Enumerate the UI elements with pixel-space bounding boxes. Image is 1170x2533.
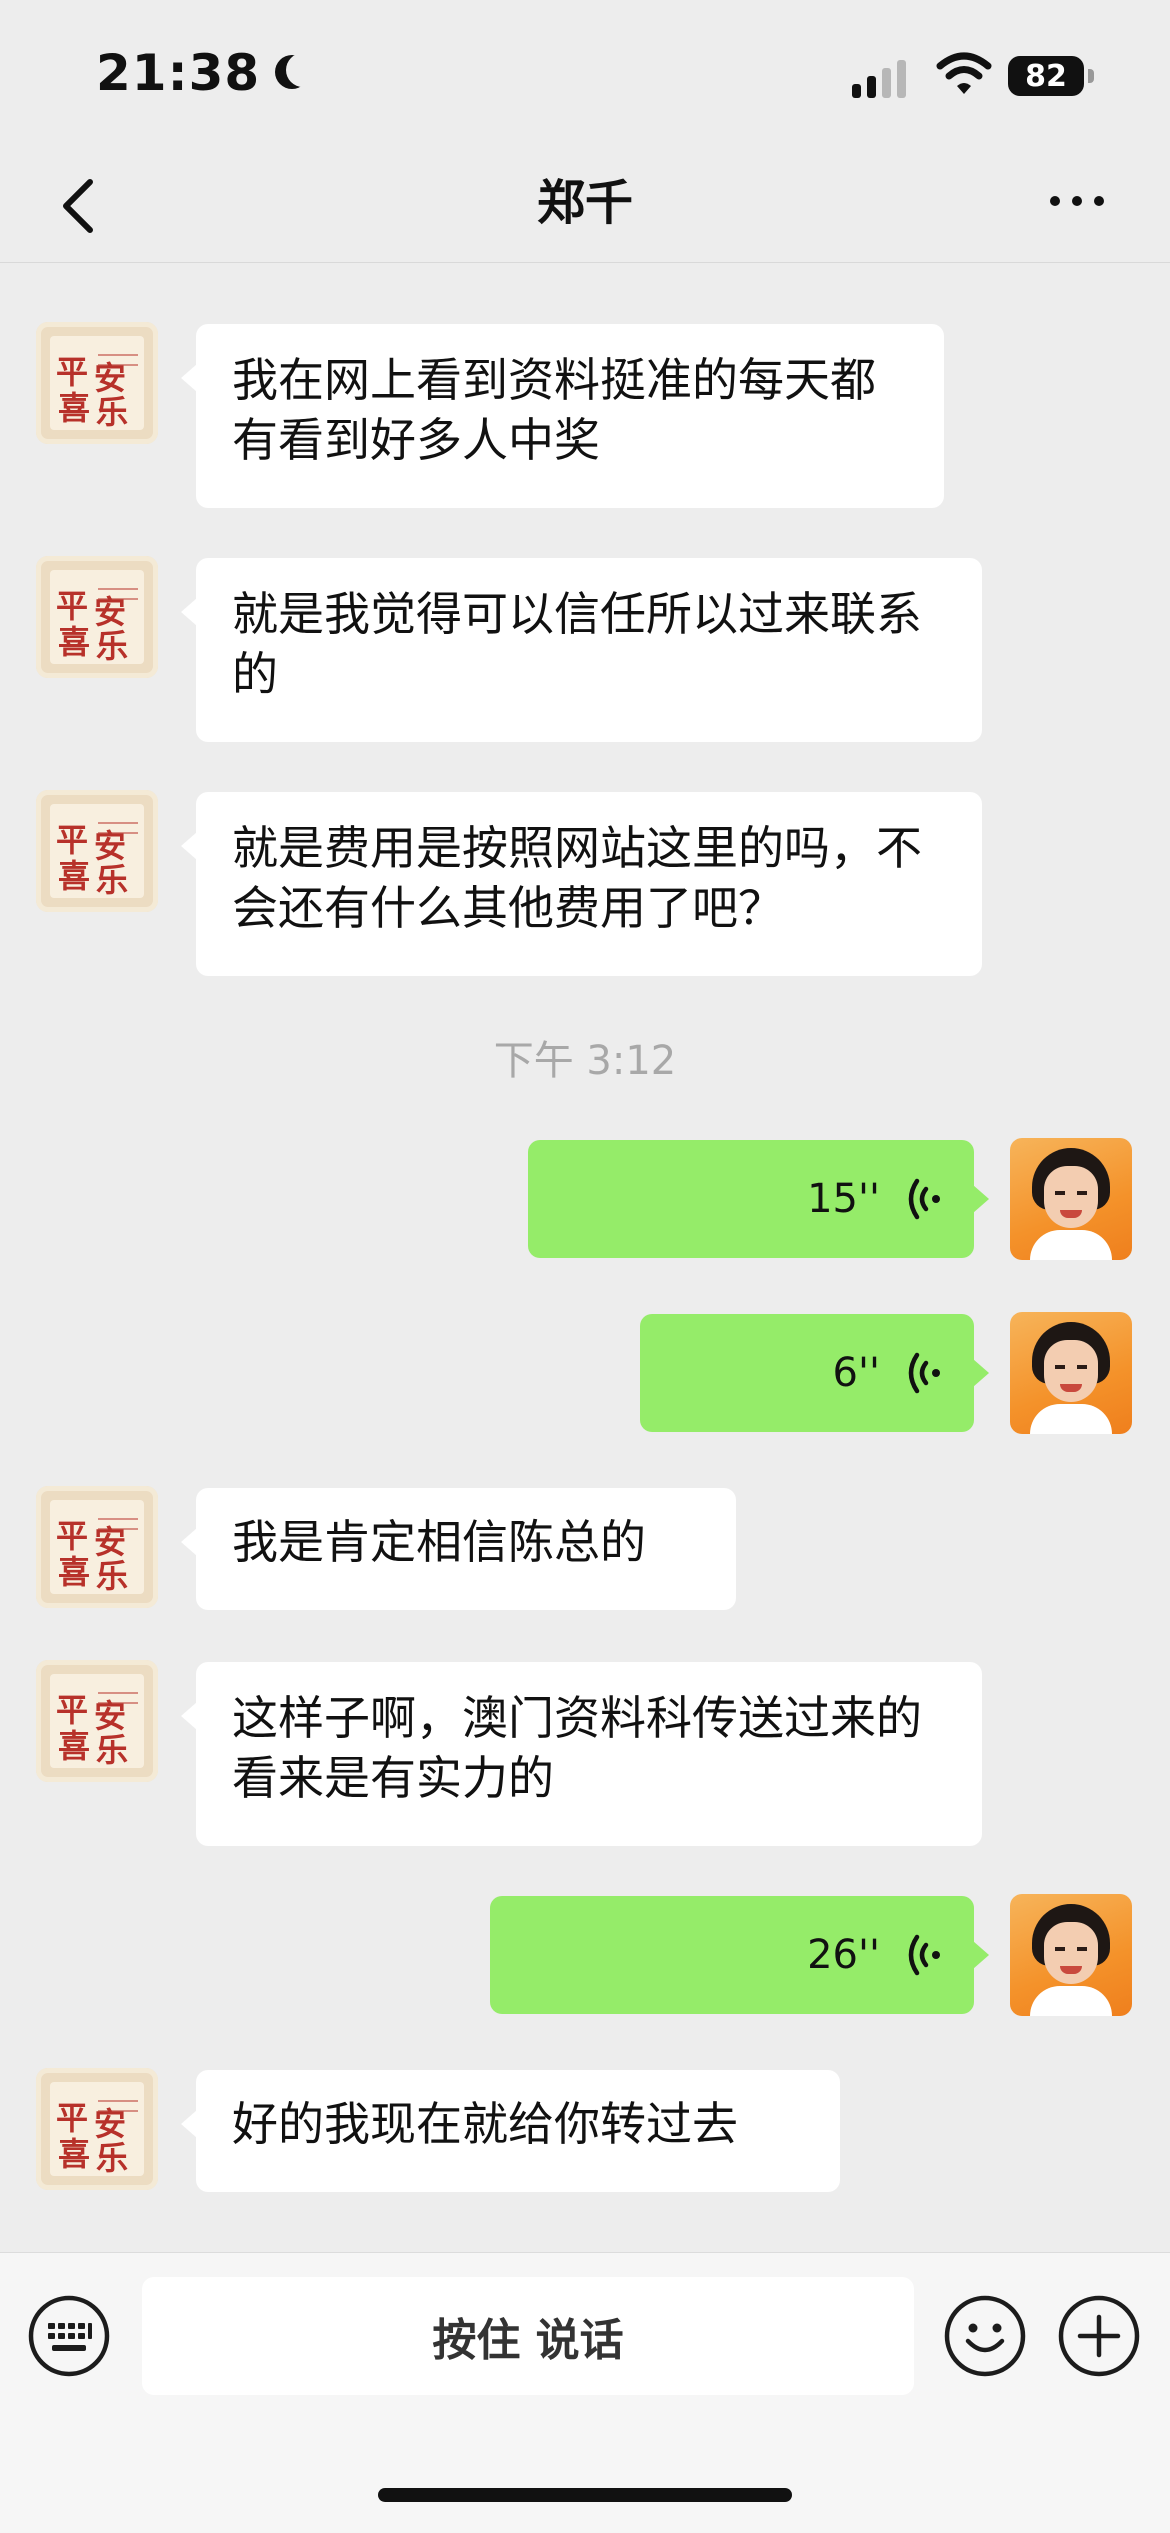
cellular-signal-icon xyxy=(852,58,906,98)
avatar-art: 平 安 喜 乐 xyxy=(50,570,144,664)
message-bubble-received[interactable]: 我是肯定相信陈总的 xyxy=(181,1488,736,1610)
voice-wave-icon xyxy=(908,1352,940,1394)
voice-message-bubble[interactable]: 15'' xyxy=(528,1140,989,1258)
avatar-art-char: 安 xyxy=(94,1697,127,1735)
avatar-art-char: 喜 xyxy=(58,1727,91,1765)
avatar-art-char: 安 xyxy=(94,593,127,631)
wifi-icon xyxy=(936,52,992,94)
avatar-photo-eyes xyxy=(1055,1947,1087,1951)
clock-text: 21:38 xyxy=(96,44,261,102)
avatar-art-char: 喜 xyxy=(58,2135,91,2173)
contact-avatar[interactable]: 平 安 喜 乐 xyxy=(36,790,158,912)
message-timestamp: 下午 3:12 xyxy=(493,1038,677,1084)
message-text: 好的我现在就给你转过去 xyxy=(232,2097,738,2151)
avatar-art-char: 平 xyxy=(56,821,89,859)
avatar-art: 平 安 喜 乐 xyxy=(50,804,144,898)
avatar-art-char: 喜 xyxy=(58,389,91,427)
message-bubble-received[interactable]: 就是我觉得可以信任所以过来联系的 xyxy=(181,558,982,742)
avatar-art-char: 喜 xyxy=(58,1553,91,1591)
avatar-art-char: 乐 xyxy=(96,1557,129,1595)
message-bubble-received[interactable]: 我在网上看到资料挺准的每天都有看到好多人中奖 xyxy=(181,324,944,508)
message-text: 就是费用是按照网站这里的吗，不会还有什么其他费用了吧？ xyxy=(232,821,922,935)
chat-title: 郑千 xyxy=(536,175,633,231)
message-bubble-received[interactable]: 好的我现在就给你转过去 xyxy=(181,2070,840,2192)
home-indicator[interactable] xyxy=(378,2488,792,2502)
hold-to-talk-label: 按住 说话 xyxy=(432,2315,624,2366)
avatar-art-char: 平 xyxy=(56,2099,89,2137)
chat-header: 郑千 xyxy=(0,150,1170,263)
avatar-art-char: 安 xyxy=(94,1523,127,1561)
avatar-art-char: 平 xyxy=(56,587,89,625)
avatar-art-char: 平 xyxy=(56,1691,89,1729)
contact-avatar[interactable]: 平 安 喜 乐 xyxy=(36,2068,158,2190)
status-bar: 21:38 82 xyxy=(0,0,1170,150)
voice-wave-icon xyxy=(908,1934,940,1976)
avatar-art-char: 平 xyxy=(56,1517,89,1555)
message-bubble-received[interactable]: 就是费用是按照网站这里的吗，不会还有什么其他费用了吧？ xyxy=(181,792,982,976)
avatar-art-char: 乐 xyxy=(96,2139,129,2177)
avatar-art: 平 安 喜 乐 xyxy=(50,1500,144,1594)
voice-duration: 15'' xyxy=(807,1176,880,1222)
contact-avatar[interactable]: 平 安 喜 乐 xyxy=(36,556,158,678)
keyboard-icon[interactable] xyxy=(28,2295,110,2377)
battery-icon: 82 xyxy=(1008,56,1084,96)
avatar-art-char: 安 xyxy=(94,827,127,865)
status-time: 21:38 xyxy=(96,44,308,102)
my-avatar[interactable] xyxy=(1010,1894,1132,2016)
avatar-art-char: 喜 xyxy=(58,857,91,895)
avatar-art: 平 安 喜 乐 xyxy=(50,2082,144,2176)
avatar-photo-face xyxy=(1044,1340,1098,1402)
message-text: 我在网上看到资料挺准的每天都有看到好多人中奖 xyxy=(232,353,876,467)
avatar-photo-body xyxy=(1030,1404,1112,1434)
message-text: 这样子啊，澳门资料科传送过来的看来是有实力的 xyxy=(232,1691,922,1805)
avatar-photo-face xyxy=(1044,1922,1098,1984)
voice-message-bubble[interactable]: 6'' xyxy=(640,1314,989,1432)
moon-icon xyxy=(286,53,320,87)
hold-to-talk-button[interactable]: 按住 说话 xyxy=(142,2277,914,2395)
avatar-art-char: 乐 xyxy=(96,861,129,899)
voice-message-bubble[interactable]: 26'' xyxy=(490,1896,989,2014)
my-avatar[interactable] xyxy=(1010,1312,1132,1434)
emoji-icon[interactable] xyxy=(944,2295,1026,2377)
voice-duration: 6'' xyxy=(832,1350,880,1396)
contact-avatar[interactable]: 平 安 喜 乐 xyxy=(36,322,158,444)
message-text: 就是我觉得可以信任所以过来联系的 xyxy=(232,587,922,701)
contact-avatar[interactable]: 平 安 喜 乐 xyxy=(36,1660,158,1782)
voice-wave-icon xyxy=(908,1178,940,1220)
avatar-photo-face xyxy=(1044,1166,1098,1228)
avatar-art-char: 平 xyxy=(56,353,89,391)
message-text: 我是肯定相信陈总的 xyxy=(232,1515,646,1569)
avatar-photo-body xyxy=(1030,1230,1112,1260)
contact-avatar[interactable]: 平 安 喜 乐 xyxy=(36,1486,158,1608)
avatar-photo-eyes xyxy=(1055,1365,1087,1369)
battery-cap xyxy=(1088,69,1094,83)
avatar-photo-eyes xyxy=(1055,1191,1087,1195)
avatar-art-char: 乐 xyxy=(96,627,129,665)
more-options-icon[interactable] xyxy=(1050,196,1104,206)
message-bubble-received[interactable]: 这样子啊，澳门资料科传送过来的看来是有实力的 xyxy=(181,1662,982,1846)
battery-level: 82 xyxy=(1025,58,1067,94)
avatar-art-char: 安 xyxy=(94,2105,127,2143)
avatar-art-char: 乐 xyxy=(96,1731,129,1769)
avatar-art-char: 安 xyxy=(94,359,127,397)
avatar-art-char: 喜 xyxy=(58,623,91,661)
plus-icon[interactable] xyxy=(1058,2295,1140,2377)
voice-duration: 26'' xyxy=(807,1932,880,1978)
avatar-art: 平 安 喜 乐 xyxy=(50,1674,144,1768)
avatar-photo-body xyxy=(1030,1986,1112,2016)
my-avatar[interactable] xyxy=(1010,1138,1132,1260)
avatar-art: 平 安 喜 乐 xyxy=(50,336,144,430)
avatar-art-char: 乐 xyxy=(96,393,129,431)
